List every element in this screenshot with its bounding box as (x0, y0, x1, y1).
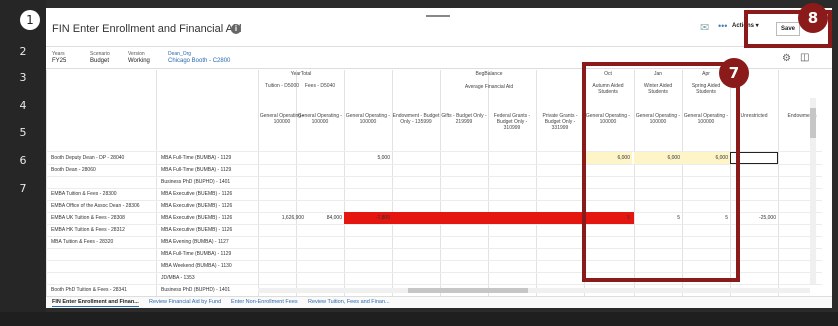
grid-column-divider (778, 70, 779, 296)
row-number-7: 7 (19, 182, 27, 195)
row-gutter: 1 2 3 4 5 6 7 (0, 0, 46, 326)
pov-value: Budget (90, 58, 110, 64)
grid-column-divider (392, 70, 393, 296)
header-fund: General Operating - 100000 (345, 113, 391, 125)
pov-scenario[interactable]: Scenario Budget (90, 51, 110, 64)
grid-column-divider (258, 70, 259, 296)
row-program: MBA Full-Time (BUMBA) - 1129 (161, 251, 232, 257)
row-department: Booth PhD Tuition & Fees - 28341 (51, 287, 127, 293)
form-tabs: FIN Enter Enrollment and Finan... Review… (46, 296, 832, 308)
row-number-5: 5 (19, 126, 27, 139)
data-cell[interactable]: -7,800 (344, 215, 392, 221)
pov-value: Chicago Booth - C2800 (168, 58, 231, 64)
row-program: MBA Full-Time (BUMBA) - 1129 (161, 167, 232, 173)
row-program: MBA Executive (BUEMB) - 1126 (161, 215, 233, 221)
header-fund: General Operating - 100000 (297, 113, 343, 125)
bottom-bar (0, 312, 838, 326)
pov-label: Years (52, 51, 65, 57)
row-program: MBA Full-Time (BUMBA) - 1129 (161, 155, 232, 161)
tab-review-tuition[interactable]: Review Tuition, Fees and Finan... (308, 299, 390, 305)
data-cell[interactable]: 5,000 (344, 155, 392, 161)
row-department: Booth Dean - 28060 (51, 167, 96, 173)
screen-frame: 1 2 3 4 5 6 7 FIN Enter Enrollment and F… (0, 0, 838, 326)
callout-box-7 (582, 62, 740, 282)
row-department: Booth Deputy Dean - DP - 28040 (51, 155, 125, 161)
pov-label: Scenario (90, 51, 110, 57)
row-program: MBA Evening (BUMBA) - 1127 (161, 239, 229, 245)
header-fund: Federal Grants - Budget Only - 310999 (493, 113, 531, 131)
row-department: MBA Tuition & Fees - 28320 (51, 239, 114, 245)
row-program: MBA Weekend (BUMBA) - 1130 (161, 263, 232, 269)
scroll-thumb[interactable] (408, 288, 528, 293)
grid-column-divider (440, 70, 441, 296)
row-program: MBA Executive (BUEMB) - 1126 (161, 227, 233, 233)
row-number-1: 1 (20, 10, 40, 30)
tab-enter-enrollment[interactable]: FIN Enter Enrollment and Finan... (52, 299, 139, 307)
grid-column-divider (344, 70, 345, 296)
row-program: Business PhD (BUPHD) - 1401 (161, 179, 231, 185)
row-program: JD/MBA - 1353 (161, 275, 195, 281)
row-program: MBA Executive (BUEMB) - 1126 (161, 203, 233, 209)
pov-label: Version (128, 51, 145, 57)
pov-value: FY25 (52, 58, 67, 64)
grid-row-divider (46, 284, 822, 285)
callout-badge-8: 8 (798, 3, 828, 33)
callout-badge-7: 7 (719, 58, 749, 88)
tab-non-enrollment-fees[interactable]: Enter Non-Enrollment Fees (231, 299, 298, 305)
grid-column-divider (488, 70, 489, 296)
more-icon[interactable]: ••• (718, 21, 727, 31)
header-fund: Gifts - Budget Only - 219999 (441, 113, 487, 125)
info-icon[interactable]: i (231, 24, 241, 34)
vertical-scrollbar[interactable] (810, 98, 816, 284)
row-department: EMBA Tuition & Fees - 28300 (51, 191, 117, 197)
row-program: Business PhD (BUPHD) - 1401 (161, 287, 231, 293)
header-yeartotal: YearTotal (290, 71, 312, 77)
pov-label: Dean_Org (168, 51, 192, 57)
row-number-2: 2 (19, 45, 27, 58)
row-number-3: 3 (19, 71, 27, 84)
row-number-6: 6 (19, 154, 27, 167)
drag-handle[interactable] (426, 15, 450, 17)
header-account: Fees - D5040 (304, 83, 336, 89)
message-icon[interactable]: ✉ (700, 21, 709, 34)
toolbar-divider (46, 46, 832, 47)
pov-dean-org[interactable]: Dean_Org Chicago Booth - C2800 (168, 51, 230, 64)
row-program: MBA Executive (BUEMB) - 1126 (161, 191, 233, 197)
header-fund: Endowment - Budget Only - 135999 (392, 113, 440, 125)
row-department: EMBA HK Tuition & Fees - 28312 (51, 227, 125, 233)
form-title: FIN Enter Enrollment and Financial Aid (52, 23, 242, 35)
row-department: EMBA UK Tuition & Fees - 28308 (51, 215, 125, 221)
data-cell[interactable]: 84,000 (296, 215, 344, 221)
layout-icon[interactable]: ◫ (800, 52, 809, 63)
pov-value: Working (128, 58, 150, 64)
row-department: EMBA Office of the Assoc Dean - 28306 (51, 203, 140, 209)
pov-version[interactable]: Version Working (128, 51, 150, 64)
gear-icon[interactable]: ⚙ (782, 53, 791, 64)
header-fund: Private Grants - Budget Only - 331999 (542, 113, 578, 131)
grid-column-divider (536, 70, 537, 296)
tab-review-financial-aid[interactable]: Review Financial Aid by Fund (149, 299, 221, 305)
scroll-thumb[interactable] (810, 108, 816, 138)
pov-years[interactable]: Years FY25 (52, 51, 66, 64)
grid-column-divider (46, 70, 47, 296)
grid-column-divider (296, 70, 297, 296)
horizontal-scrollbar[interactable] (258, 288, 810, 293)
row-number-4: 4 (19, 99, 27, 112)
